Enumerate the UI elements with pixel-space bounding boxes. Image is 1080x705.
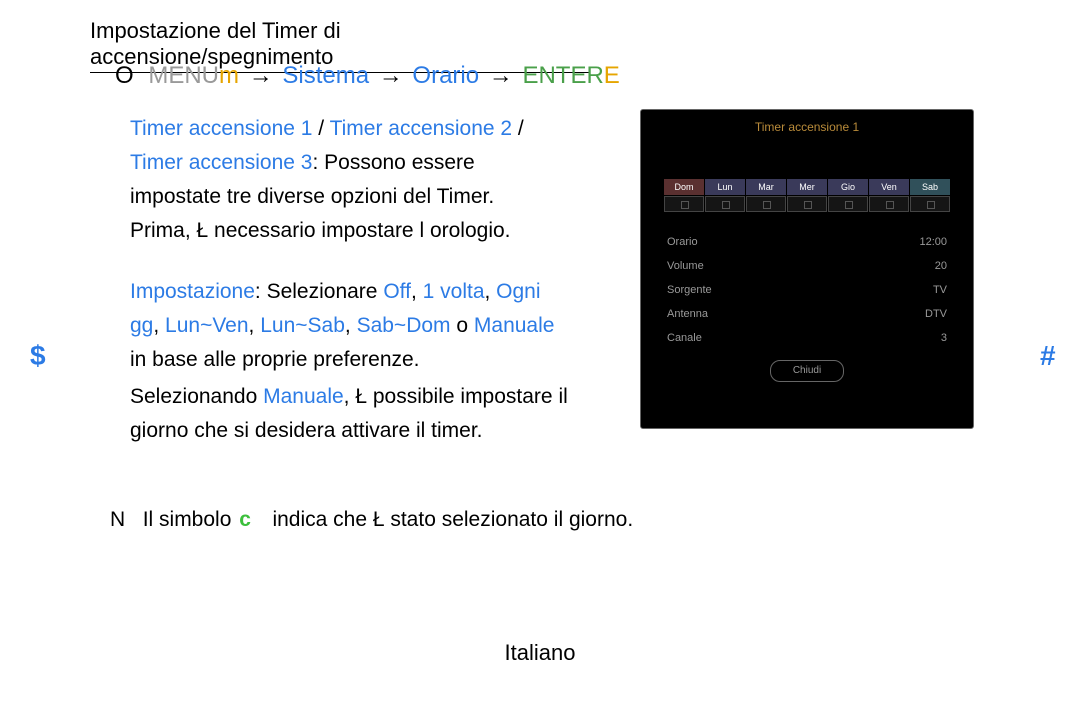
setting-value: 3: [941, 332, 947, 344]
day-checkbox[interactable]: [869, 196, 909, 212]
paragraph-3: Selezionando Manuale, Ł possibile impost…: [130, 380, 620, 448]
breadcrumb-sistema: Sistema: [282, 62, 369, 89]
breadcrumb-enter: ENTER: [522, 62, 603, 89]
breadcrumb-orario: Orario: [412, 62, 479, 89]
days-checkbox-row: [641, 196, 973, 212]
day-checkbox[interactable]: [664, 196, 704, 212]
breadcrumb-sep-1: →: [249, 62, 273, 89]
day-checkbox[interactable]: [746, 196, 786, 212]
footer-language: Italiano: [0, 640, 1080, 666]
next-page-icon[interactable]: #: [1040, 340, 1056, 372]
paragraph-2: Impostazione: Selezionare Off, 1 volta, …: [130, 275, 560, 377]
note-line: N Il simbolo c indica che Ł stato selezi…: [110, 508, 633, 532]
timer2-link: Timer accensione 2: [330, 117, 512, 140]
slash-1: /: [312, 117, 329, 140]
opt-sabdom: Sab~Dom: [357, 314, 451, 337]
breadcrumb-sep-3: →: [489, 62, 513, 89]
day-head-ven[interactable]: Ven: [869, 179, 909, 195]
setting-row-antenna[interactable]: Antenna DTV: [641, 302, 973, 326]
opt-manuale: Manuale: [474, 314, 555, 337]
c2: ,: [485, 280, 497, 303]
day-checkbox[interactable]: [828, 196, 868, 212]
c5: ,: [345, 314, 357, 337]
breadcrumb-e: E: [604, 62, 620, 89]
timer3-link: Timer accensione 3: [130, 151, 312, 174]
breadcrumb-sep-2: →: [379, 62, 403, 89]
setting-label: Sorgente: [667, 284, 712, 296]
day-head-dom[interactable]: Dom: [664, 179, 704, 195]
days-header-row: Dom Lun Mar Mer Gio Ven Sab: [641, 179, 973, 195]
impostazione-label: Impostazione: [130, 280, 255, 303]
day-checkbox[interactable]: [910, 196, 950, 212]
day-head-gio[interactable]: Gio: [828, 179, 868, 195]
setting-row-canale[interactable]: Canale 3: [641, 326, 973, 350]
timer-panel: Timer accensione 1 Dom Lun Mar Mer Gio V…: [640, 109, 974, 429]
setting-label: Volume: [667, 260, 704, 272]
opt-lunsab: Lun~Sab: [260, 314, 345, 337]
para2-rest1: in base alle proprie preferenze.: [130, 348, 420, 371]
setting-value: TV: [933, 284, 947, 296]
para2-o: o: [451, 314, 474, 337]
note-n: N: [110, 508, 125, 531]
breadcrumb: O MENUm → Sistema → Orario → ENTERE: [115, 62, 620, 90]
day-checkbox[interactable]: [705, 196, 745, 212]
note-rest: indica che Ł stato selezionato il giorno…: [272, 508, 633, 531]
day-head-sab[interactable]: Sab: [910, 179, 950, 195]
setting-value: DTV: [925, 308, 947, 320]
setting-row-volume[interactable]: Volume 20: [641, 254, 973, 278]
page: Impostazione del Timer di accensione/spe…: [0, 0, 1080, 705]
para2-colon: : Selezionare: [255, 280, 383, 303]
day-checkbox[interactable]: [787, 196, 827, 212]
panel-settings: Orario 12:00 Volume 20 Sorgente TV Anten…: [641, 230, 973, 350]
paragraph-1: Timer accensione 1 / Timer accensione 2 …: [130, 112, 540, 248]
para3-manuale: Manuale: [263, 385, 344, 408]
note-c-icon: c: [239, 508, 251, 531]
slash-2: /: [512, 117, 524, 140]
panel-title: Timer accensione 1: [641, 120, 973, 134]
setting-row-sorgente[interactable]: Sorgente TV: [641, 278, 973, 302]
opt-lunven: Lun~Ven: [165, 314, 249, 337]
opt-off: Off: [383, 280, 411, 303]
breadcrumb-menu: MENU: [148, 62, 219, 89]
note-pre: Il simbolo: [143, 508, 232, 531]
c4: ,: [249, 314, 261, 337]
setting-label: Canale: [667, 332, 702, 344]
c1: ,: [411, 280, 423, 303]
c3: ,: [153, 314, 165, 337]
day-head-lun[interactable]: Lun: [705, 179, 745, 195]
opt-1volta: 1 volta: [423, 280, 485, 303]
setting-row-orario[interactable]: Orario 12:00: [641, 230, 973, 254]
day-head-mer[interactable]: Mer: [787, 179, 827, 195]
close-button[interactable]: Chiudi: [770, 360, 844, 382]
setting-value: 12:00: [919, 236, 947, 248]
setting-value: 20: [935, 260, 947, 272]
prev-page-icon[interactable]: $: [30, 340, 46, 372]
breadcrumb-m: m: [219, 62, 239, 89]
setting-label: Antenna: [667, 308, 708, 320]
setting-label: Orario: [667, 236, 698, 248]
timer1-link: Timer accensione 1: [130, 117, 312, 140]
day-head-mar[interactable]: Mar: [746, 179, 786, 195]
para3-pre: Selezionando: [130, 385, 263, 408]
breadcrumb-o: O: [115, 62, 134, 89]
